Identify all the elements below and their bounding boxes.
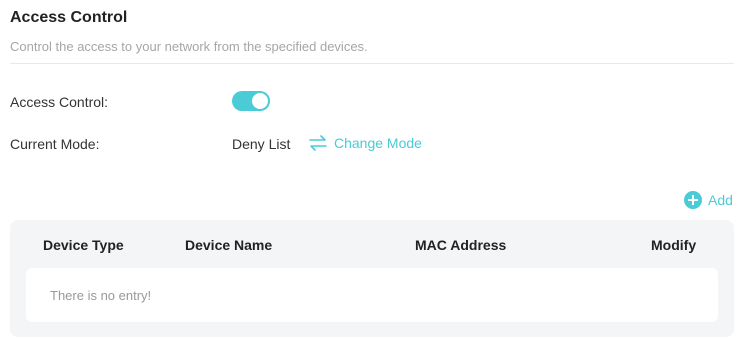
add-button[interactable]: Add: [684, 191, 733, 209]
add-label: Add: [708, 192, 733, 208]
change-mode-label: Change Mode: [334, 135, 422, 151]
swap-arrows-icon: [309, 135, 327, 151]
column-header-device-name: Device Name: [185, 237, 273, 253]
page-title: Access Control: [10, 9, 128, 26]
toggle-knob: [252, 93, 268, 109]
divider: [10, 63, 734, 64]
table-body: There is no entry!: [26, 268, 718, 322]
plus-circle-icon: [684, 191, 702, 209]
access-control-label: Access Control:: [10, 94, 109, 110]
access-control-page: Access Control Control the access to you…: [0, 0, 743, 339]
column-header-device-type: Device Type: [43, 237, 124, 253]
current-mode-value: Deny List: [232, 136, 291, 152]
column-header-mac-address: MAC Address: [415, 237, 507, 253]
access-control-toggle[interactable]: [232, 91, 270, 111]
column-header-modify: Modify: [651, 237, 697, 253]
change-mode-button[interactable]: Change Mode: [309, 134, 422, 152]
empty-state-text: There is no entry!: [50, 288, 152, 303]
device-table: Device Type Device Name MAC Address Modi…: [10, 220, 734, 337]
page-subtitle: Control the access to your network from …: [10, 39, 368, 54]
current-mode-label: Current Mode:: [10, 136, 100, 152]
